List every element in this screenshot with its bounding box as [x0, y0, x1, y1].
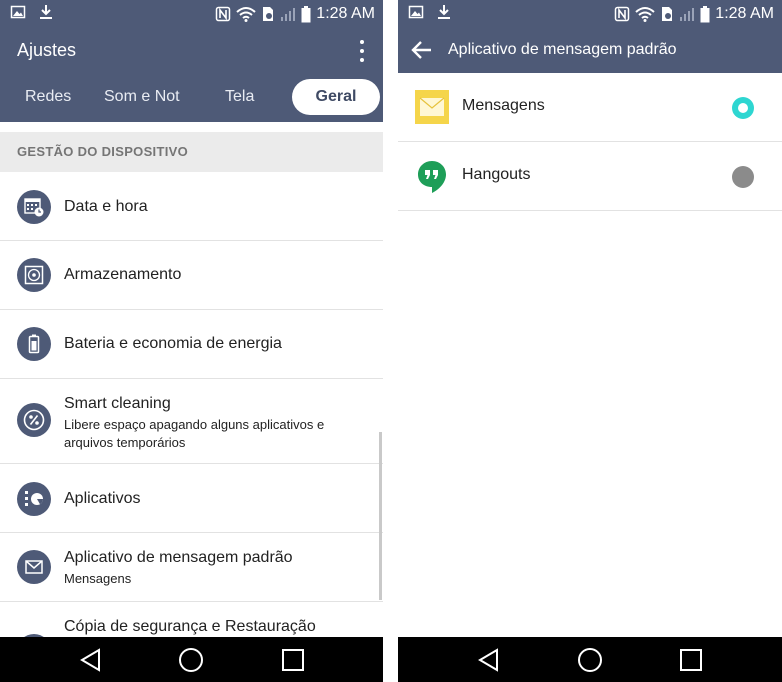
signal-icon: [281, 8, 296, 21]
list-item-smart-cleaning[interactable]: Smart cleaning Libere espaço apagando al…: [0, 379, 383, 464]
gallery-icon: [10, 5, 26, 19]
radio-selected[interactable]: [732, 97, 754, 119]
default-messaging-screen: 1:28 AM Aplicativo de mensagem padrão Me…: [398, 0, 782, 682]
list-item-subtitle: Libere espaço apagando alguns aplicativo…: [64, 417, 325, 450]
navigation-bar: [0, 637, 383, 682]
list-item-title: Smart cleaning: [64, 395, 171, 412]
list-item-title: Aplicativo de mensagem padrão: [64, 549, 293, 566]
envelope-icon: [17, 550, 51, 584]
gallery-icon: [408, 5, 424, 19]
list-item-title: Cópia de segurança e Restauração: [64, 618, 316, 635]
radio-unselected[interactable]: [732, 166, 754, 188]
back-nav-icon[interactable]: [77, 646, 105, 674]
recents-nav-icon[interactable]: [279, 646, 307, 674]
status-time: 1:28 AM: [316, 5, 375, 22]
overflow-menu-icon[interactable]: [357, 39, 367, 63]
settings-list: Data e hora Armazenamento Bateria e econ…: [0, 172, 383, 668]
app-bar: Aplicativo de mensagem padrão: [398, 28, 782, 73]
calendar-clock-icon: [17, 190, 51, 224]
option-label: Hangouts: [462, 166, 531, 183]
option-hangouts[interactable]: Hangouts: [398, 142, 782, 211]
page-title: Aplicativo de mensagem padrão: [448, 41, 677, 58]
back-nav-icon[interactable]: [475, 646, 503, 674]
recents-nav-icon[interactable]: [677, 646, 705, 674]
list-item-title: Aplicativos: [64, 490, 141, 507]
back-arrow-icon[interactable]: [410, 38, 434, 62]
nfc-icon: [615, 6, 630, 22]
page-title: Ajustes: [17, 40, 77, 60]
section-header: GESTÃO DO DISPOSITIVO: [0, 132, 383, 172]
wifi-icon: [236, 7, 256, 22]
tab-bar: Redes Som e Notificações Tela Geral: [0, 74, 383, 122]
status-bar: 1:28 AM: [398, 0, 782, 28]
home-nav-icon[interactable]: [576, 646, 604, 674]
scrollbar[interactable]: [379, 432, 382, 600]
tab-som-e-notificacoes[interactable]: Som e Notificações: [104, 88, 180, 106]
tab-tela[interactable]: Tela: [225, 88, 254, 106]
option-label: Mensagens: [462, 97, 545, 114]
tab-redes[interactable]: Redes: [25, 88, 71, 106]
status-time: 1:28 AM: [715, 5, 774, 22]
messages-app-icon: [415, 90, 449, 124]
download-icon: [40, 5, 52, 19]
list-item-bateria[interactable]: Bateria e economia de energia: [0, 310, 383, 379]
wifi-icon: [635, 7, 655, 22]
sim-no-signal-icon: [662, 7, 673, 21]
battery-status-icon: [301, 5, 311, 22]
download-icon: [438, 5, 450, 19]
sim-no-signal-icon: [263, 7, 274, 21]
nfc-icon: [216, 6, 231, 22]
option-mensagens[interactable]: Mensagens: [398, 73, 782, 142]
percent-icon: [17, 403, 51, 437]
list-item-data-e-hora[interactable]: Data e hora: [0, 172, 383, 241]
signal-icon: [680, 8, 695, 21]
status-bar: 1:28 AM: [0, 0, 383, 28]
storage-icon: [17, 258, 51, 292]
home-nav-icon[interactable]: [177, 646, 205, 674]
battery-status-icon: [700, 5, 710, 22]
settings-screen: 1:28 AM Ajustes Redes Som e Notificações…: [0, 0, 383, 682]
list-item-armazenamento[interactable]: Armazenamento: [0, 241, 383, 310]
list-item-title: Bateria e economia de energia: [64, 335, 282, 352]
navigation-bar: [398, 637, 782, 682]
apps-icon: [17, 482, 51, 516]
list-item-aplicativos[interactable]: Aplicativos: [0, 464, 383, 533]
app-bar: Ajustes: [0, 28, 383, 74]
tab-geral[interactable]: Geral: [292, 79, 380, 115]
battery-icon: [17, 327, 51, 361]
hangouts-app-icon: [418, 161, 446, 193]
list-item-aplicativo-mensagem-padrao[interactable]: Aplicativo de mensagem padrão Mensagens: [0, 533, 383, 602]
list-item-title: Data e hora: [64, 198, 148, 215]
list-item-title: Armazenamento: [64, 266, 182, 283]
list-item-subtitle: Mensagens: [64, 571, 132, 586]
